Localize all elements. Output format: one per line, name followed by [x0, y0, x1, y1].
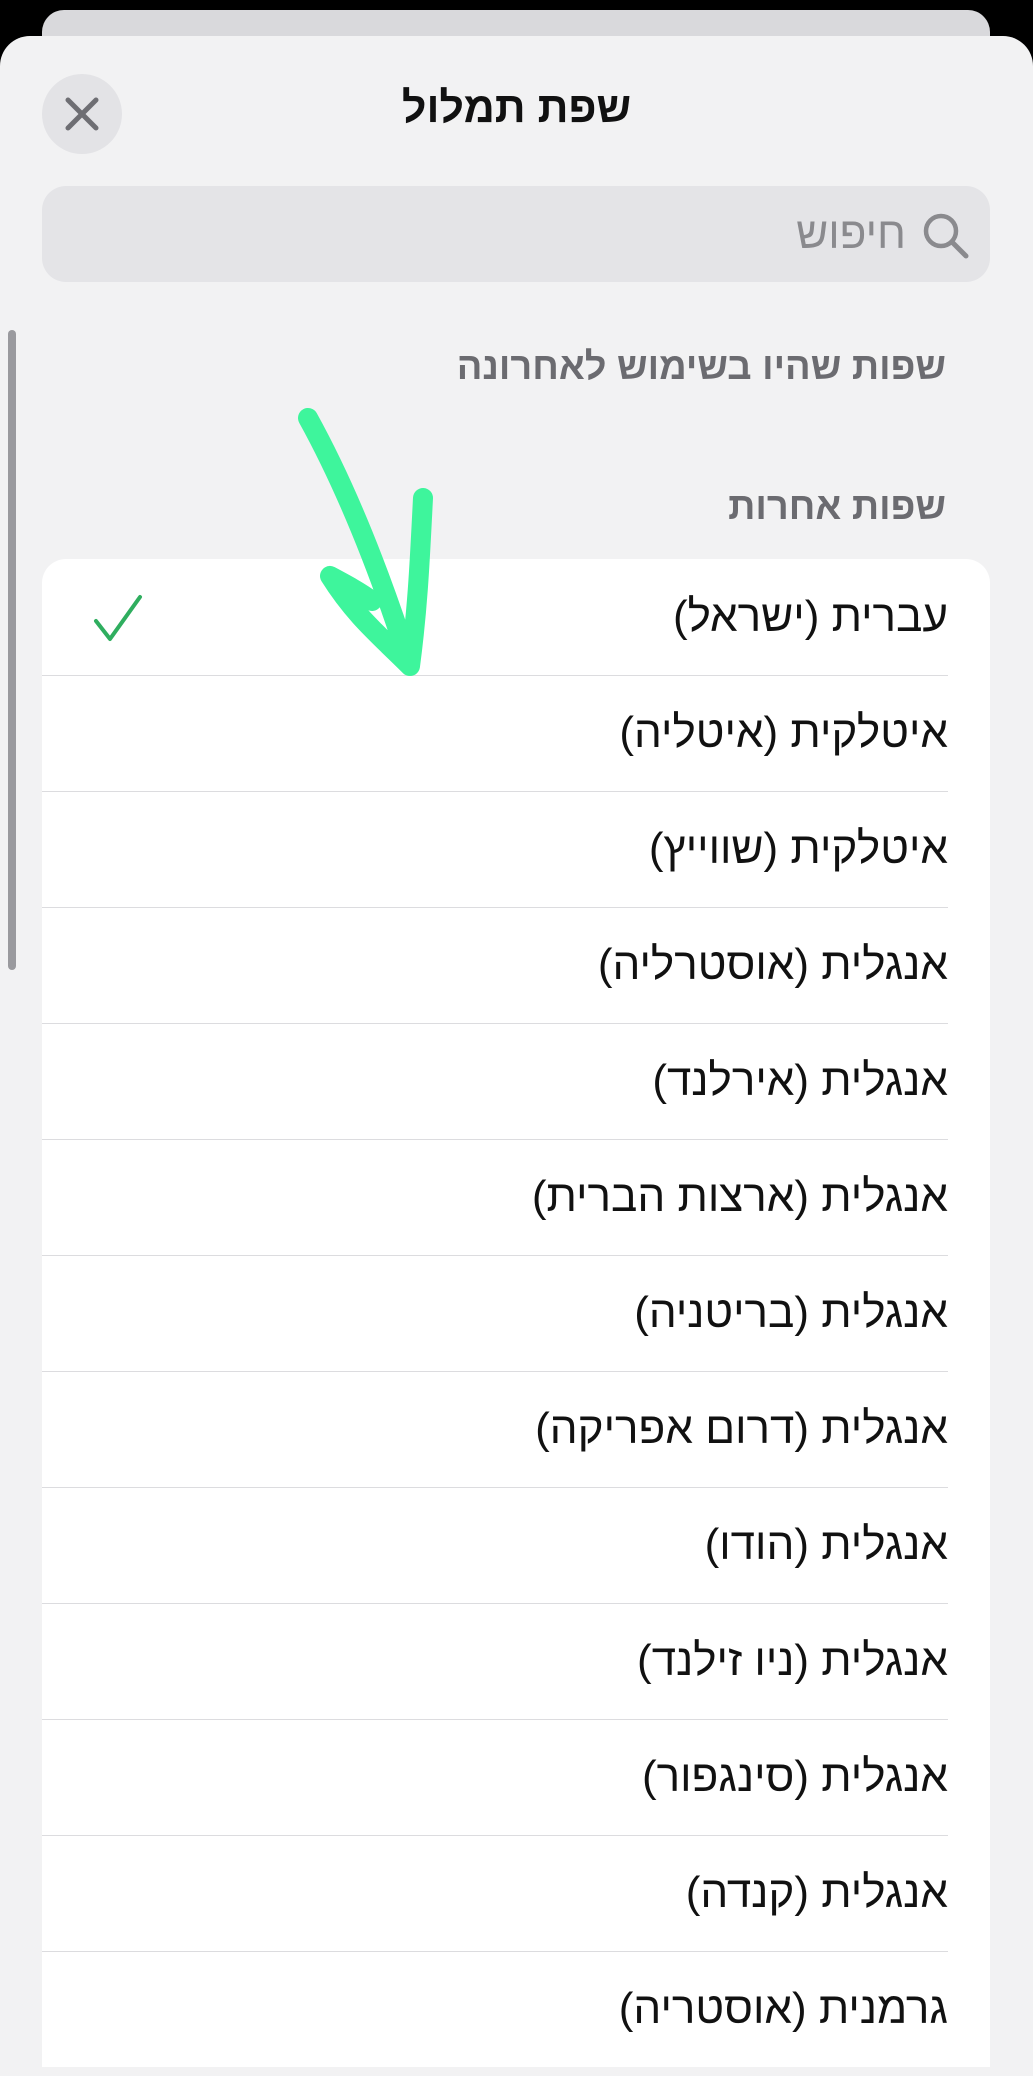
language-label: אנגלית (דרום אפריקה)	[535, 1404, 948, 1453]
language-label: אנגלית (סינגפור)	[641, 1752, 948, 1801]
language-row[interactable]: אנגלית (ארצות הברית)	[42, 1139, 990, 1255]
language-row[interactable]: אנגלית (אוסטרליה)	[42, 907, 990, 1023]
scroll-indicator[interactable]	[8, 330, 16, 970]
language-label: אנגלית (קנדה)	[685, 1868, 948, 1917]
language-label: גרמנית (אוסטריה)	[618, 1984, 948, 2033]
language-list: עברית (ישראל) איטלקית (איטליה) איטלקית (שו…	[42, 559, 990, 2067]
language-label: איטלקית (איטליה)	[619, 708, 948, 757]
language-row[interactable]: אנגלית (קנדה)	[42, 1835, 990, 1951]
language-label: אנגלית (הודו)	[704, 1520, 948, 1569]
search-icon	[923, 213, 969, 259]
language-row[interactable]: אנגלית (ניו זילנד)	[42, 1603, 990, 1719]
sheet-title: שפת תמלול	[401, 84, 632, 132]
search-input[interactable]	[86, 186, 906, 282]
language-row[interactable]: איטלקית (איטליה)	[42, 675, 990, 791]
language-row[interactable]: אנגלית (דרום אפריקה)	[42, 1371, 990, 1487]
language-row[interactable]: אנגלית (אירלנד)	[42, 1023, 990, 1139]
language-label: אנגלית (בריטניה)	[634, 1288, 948, 1337]
language-label: אנגלית (ניו זילנד)	[637, 1636, 948, 1685]
language-label: אנגלית (אוסטרליה)	[597, 940, 948, 989]
language-label: אנגלית (ארצות הברית)	[531, 1172, 948, 1221]
language-row[interactable]: גרמנית (אוסטריה)	[42, 1951, 990, 2067]
search-bar[interactable]	[42, 186, 990, 282]
language-row[interactable]: אנגלית (הודו)	[42, 1487, 990, 1603]
language-label: עברית (ישראל)	[672, 592, 948, 641]
recent-languages-header: שפות שהיו בשימוש לאחרונה	[456, 346, 946, 388]
transcription-language-sheet: שפת תמלול שפות שהיו בשימוש לאחרונה שפות …	[0, 36, 1033, 2076]
language-label: איטלקית (שווייץ)	[648, 824, 948, 873]
language-row[interactable]: עברית (ישראל)	[42, 559, 990, 675]
language-label: אנגלית (אירלנד)	[652, 1056, 948, 1105]
language-row[interactable]: אנגלית (סינגפור)	[42, 1719, 990, 1835]
other-languages-header: שפות אחרות	[728, 486, 946, 528]
check-icon	[94, 595, 142, 641]
language-row[interactable]: איטלקית (שווייץ)	[42, 791, 990, 907]
language-row[interactable]: אנגלית (בריטניה)	[42, 1255, 990, 1371]
